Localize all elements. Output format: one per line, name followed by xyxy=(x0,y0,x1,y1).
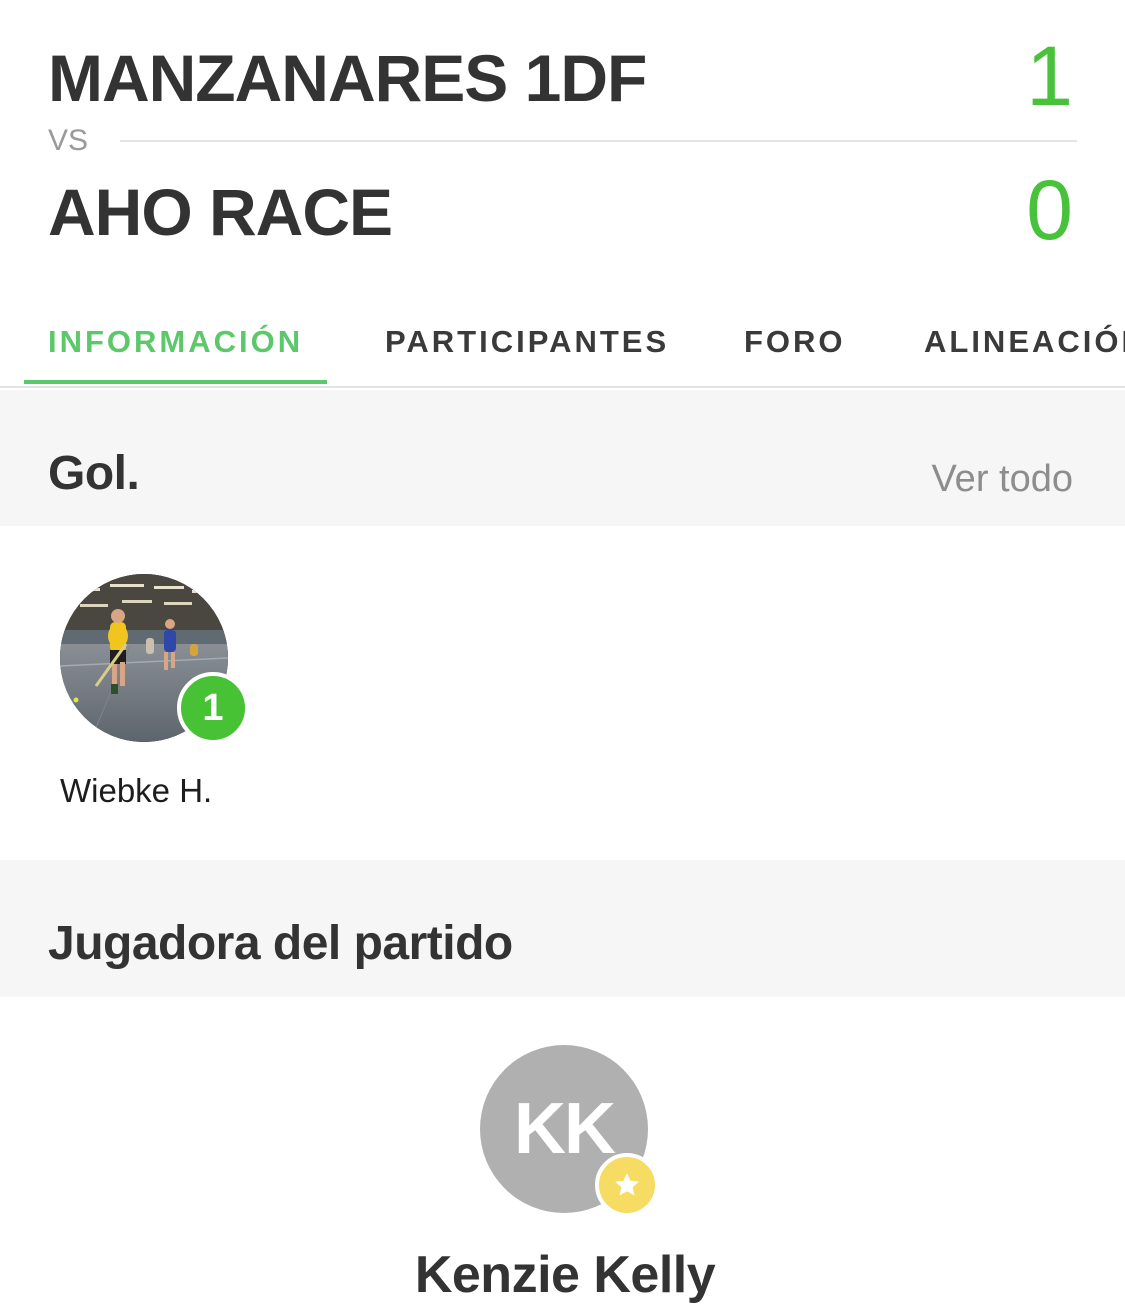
match-score-header: MANZANARES 1DF 1 VS AHO RACE 0 xyxy=(0,0,1125,290)
goal-scorer-item[interactable]: 1 Wiebke H. xyxy=(60,574,250,814)
away-team-score: 0 xyxy=(1026,163,1073,257)
scorer-name: Wiebke H. xyxy=(60,772,213,809)
active-tab-indicator xyxy=(24,380,327,384)
home-team-name: MANZANARES 1DF xyxy=(48,41,647,115)
tab-participantes[interactable]: PARTICIPANTES xyxy=(385,324,669,360)
star-badge xyxy=(595,1153,659,1217)
star-icon xyxy=(615,1173,639,1196)
vs-label: VS xyxy=(48,124,89,157)
home-team-score: 1 xyxy=(1026,29,1073,123)
goal-count-badge: 1 xyxy=(177,672,249,744)
tab-alineacion[interactable]: ALINEACIÓN xyxy=(924,324,1125,360)
tab-informacion[interactable]: INFORMACIÓN xyxy=(48,324,303,360)
goals-section-title: Gol. xyxy=(48,447,140,500)
score-divider xyxy=(120,140,1077,142)
player-of-match-name: Kenzie Kelly xyxy=(414,1246,716,1304)
match-tabs: INFORMACIÓN PARTICIPANTES FORO ALINEACIÓ… xyxy=(0,300,1125,388)
player-of-match-section-title: Jugadora del partido xyxy=(48,917,513,970)
away-team-name: AHO RACE xyxy=(48,175,393,249)
see-all-goals-link[interactable]: Ver todo xyxy=(931,458,1073,501)
tab-foro[interactable]: FORO xyxy=(744,324,846,360)
player-of-match-item[interactable]: KK Kenzie Kelly xyxy=(380,1045,750,1314)
